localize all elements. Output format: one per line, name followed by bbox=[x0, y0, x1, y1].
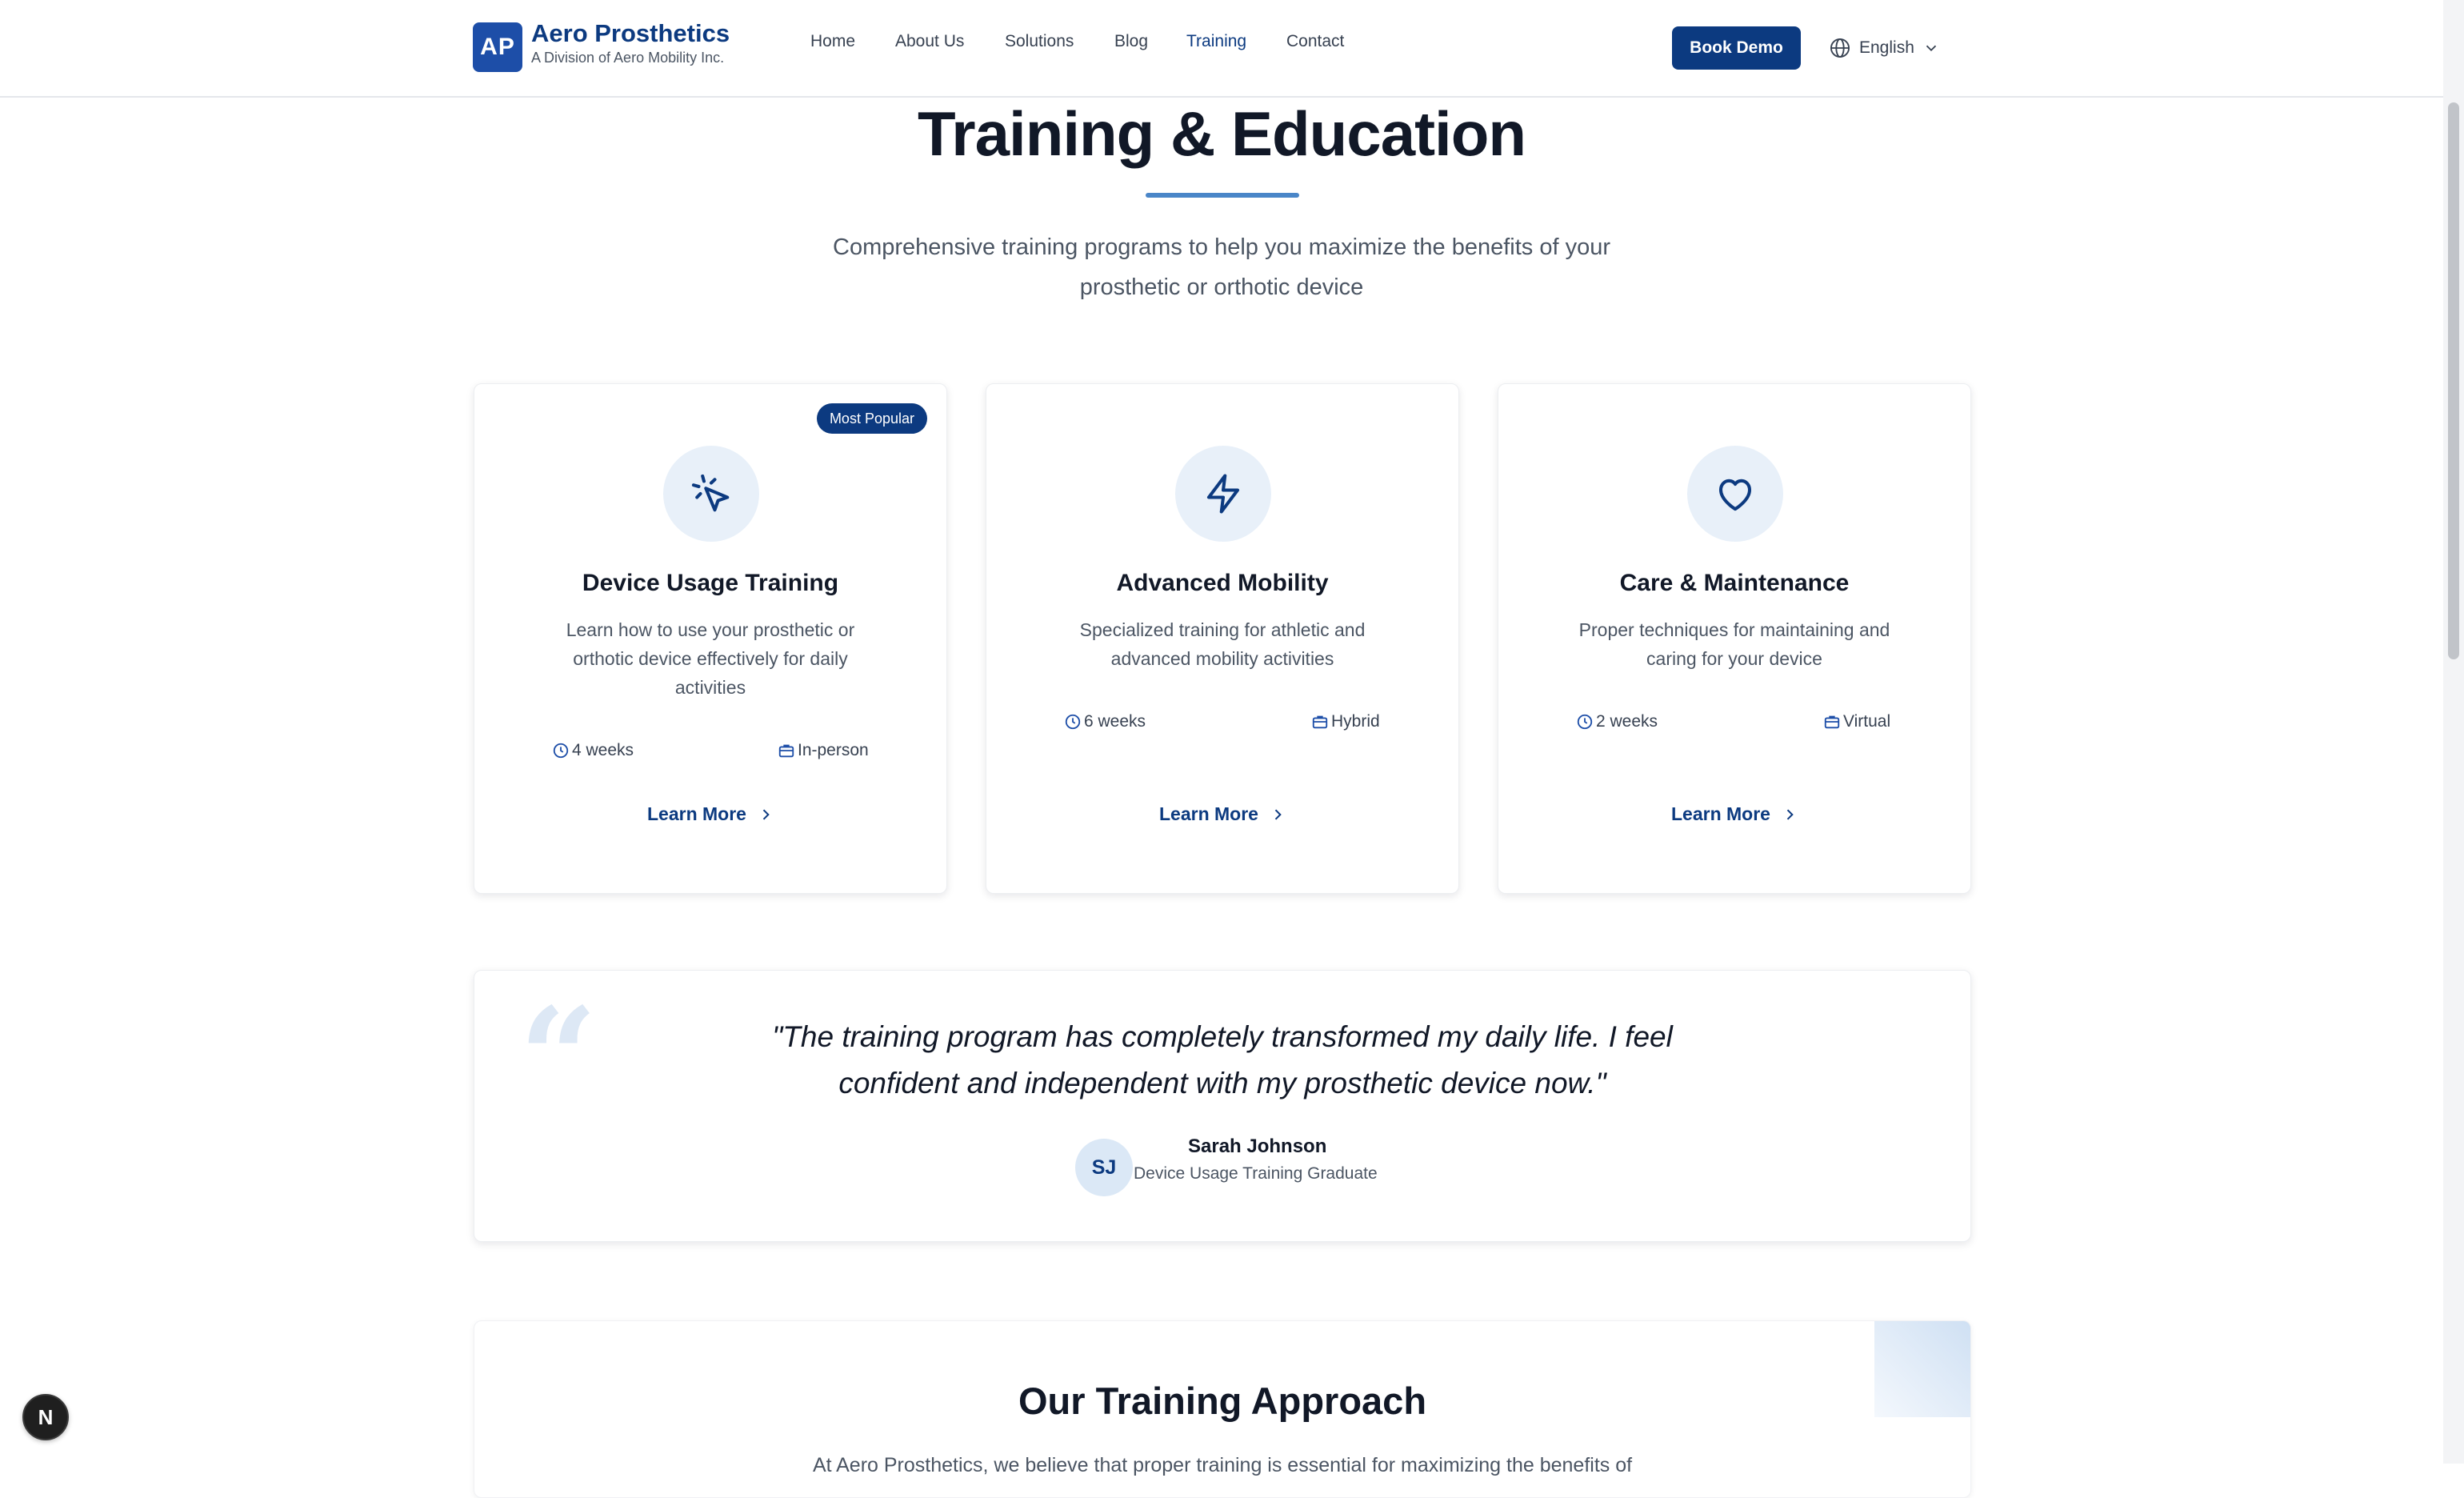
card-icon-wrapper bbox=[1687, 446, 1783, 542]
briefcase-icon bbox=[1824, 715, 1840, 729]
brand-subtitle: A Division of Aero Mobility Inc. bbox=[531, 50, 725, 66]
card-description: Specialized training for athletic and ad… bbox=[1079, 619, 1366, 669]
page-subtitle: Comprehensive training programs to help … bbox=[833, 234, 1610, 300]
nav-blog[interactable]: Blog bbox=[1114, 32, 1148, 51]
brand-name[interactable]: Aero Prosthetics bbox=[531, 19, 730, 48]
duration-meta: 2 weeks bbox=[1576, 712, 1658, 731]
clock-icon bbox=[553, 743, 569, 759]
duration-meta: 4 weeks bbox=[552, 741, 634, 760]
learn-more-label: Learn More bbox=[647, 803, 746, 824]
format-text: Hybrid bbox=[1331, 712, 1380, 731]
testimonial-author-name: Sarah Johnson bbox=[1188, 1136, 1327, 1157]
duration-meta: 6 weeks bbox=[1064, 712, 1146, 731]
nextjs-dev-indicator-button[interactable]: N bbox=[22, 1394, 69, 1440]
training-card-care-maintenance: Care & Maintenance Proper techniques for… bbox=[1498, 383, 1971, 894]
chevron-down-icon bbox=[1926, 45, 1937, 52]
briefcase-icon bbox=[778, 744, 794, 758]
learn-more-link[interactable]: Learn More bbox=[986, 803, 1458, 825]
nav-solutions[interactable]: Solutions bbox=[1005, 32, 1074, 51]
card-description: Learn how to use your prosthetic or orth… bbox=[566, 619, 855, 698]
duration-text: 4 weeks bbox=[572, 741, 634, 759]
format-meta: In-person bbox=[778, 741, 869, 760]
card-icon-wrapper bbox=[1175, 446, 1271, 542]
lightning-icon bbox=[1206, 474, 1240, 514]
avatar: SJ bbox=[1075, 1139, 1133, 1196]
scrollbar-thumb[interactable] bbox=[2448, 102, 2459, 659]
learn-more-link[interactable]: Learn More bbox=[1498, 803, 1970, 825]
training-approach-section: Our Training Approach At Aero Prosthetic… bbox=[474, 1320, 1971, 1498]
testimonial-quote: "The training program has completely tra… bbox=[772, 1020, 1673, 1099]
format-meta: Virtual bbox=[1823, 712, 1890, 731]
most-popular-badge: Most Popular bbox=[816, 403, 927, 434]
language-selector[interactable]: English bbox=[1829, 34, 1940, 62]
clock-icon bbox=[1577, 714, 1593, 730]
duration-text: 2 weeks bbox=[1596, 712, 1658, 731]
chevron-right-icon bbox=[1274, 808, 1282, 820]
format-text: Virtual bbox=[1843, 712, 1891, 731]
globe-icon bbox=[1830, 38, 1850, 58]
nav-training[interactable]: Training bbox=[1186, 32, 1246, 51]
briefcase-icon bbox=[1312, 715, 1328, 729]
chevron-right-icon bbox=[762, 808, 770, 820]
nav-about-us[interactable]: About Us bbox=[895, 32, 964, 51]
nav-home[interactable]: Home bbox=[810, 32, 855, 51]
book-demo-button[interactable]: Book Demo bbox=[1672, 26, 1801, 70]
learn-more-link[interactable]: Learn More bbox=[474, 803, 946, 825]
heart-icon bbox=[1718, 479, 1752, 511]
nav-contact[interactable]: Contact bbox=[1286, 32, 1344, 51]
testimonial-author-role: Device Usage Training Graduate bbox=[1134, 1164, 1378, 1183]
card-title: Device Usage Training bbox=[582, 570, 839, 596]
section-text: At Aero Prosthetics, we believe that pro… bbox=[812, 1454, 1633, 1476]
card-icon-wrapper bbox=[663, 446, 759, 542]
quote-mark-icon: “ bbox=[519, 978, 598, 1138]
duration-text: 6 weeks bbox=[1084, 712, 1146, 731]
format-meta: Hybrid bbox=[1311, 712, 1380, 731]
training-card-advanced-mobility: Advanced Mobility Specialized training f… bbox=[986, 383, 1459, 894]
learn-more-label: Learn More bbox=[1671, 803, 1770, 824]
format-text: In-person bbox=[798, 741, 869, 759]
testimonial-card: “ "The training program has completely t… bbox=[474, 970, 1971, 1242]
cursor-click-icon bbox=[691, 474, 730, 512]
language-label: English bbox=[1859, 38, 1914, 57]
clock-icon bbox=[1065, 714, 1081, 730]
logo-badge[interactable]: AP bbox=[473, 22, 522, 72]
card-title: Advanced Mobility bbox=[1116, 570, 1329, 596]
chevron-right-icon bbox=[1786, 808, 1794, 820]
section-title: Our Training Approach bbox=[1018, 1380, 1427, 1422]
title-underline bbox=[1146, 193, 1299, 198]
page-title: Training & Education bbox=[917, 98, 1526, 169]
card-title: Care & Maintenance bbox=[1619, 570, 1850, 596]
card-description: Proper techniques for maintaining and ca… bbox=[1578, 619, 1890, 669]
training-card-device-usage: Most Popular Device Usage Training Learn… bbox=[474, 383, 947, 894]
site-header: AP Aero Prosthetics A Division of Aero M… bbox=[0, 0, 2443, 98]
learn-more-label: Learn More bbox=[1159, 803, 1258, 824]
